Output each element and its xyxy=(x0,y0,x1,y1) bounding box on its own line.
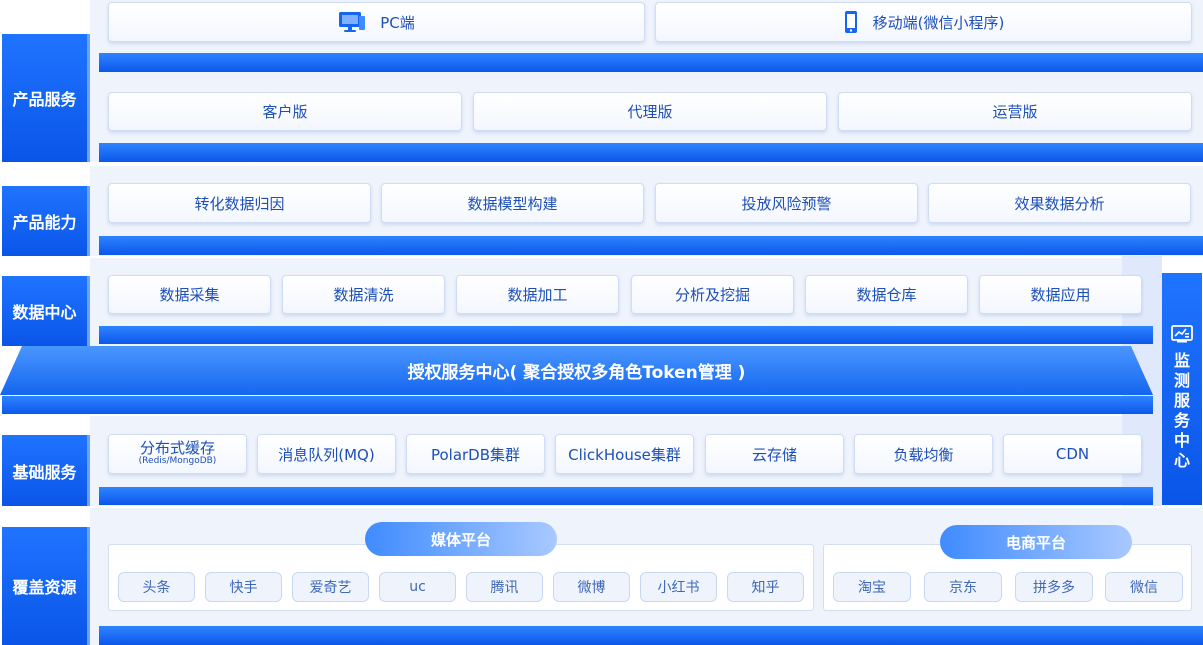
layer-label-product-capability: 产品能力 xyxy=(2,186,87,256)
monitor-title-char: 务 xyxy=(1173,411,1190,430)
pc-label: PC端 xyxy=(380,13,415,32)
data-center-card: 数据清洗 xyxy=(282,275,445,314)
layer-label-coverage: 覆盖资源 xyxy=(2,527,87,645)
monitor-title-char: 测 xyxy=(1173,371,1190,390)
auth-center-band: 授权服务中心( 聚合授权多角色Token管理 ) xyxy=(0,346,1153,395)
edition-card: 代理版 xyxy=(473,92,827,131)
layer-label-product-service: 产品服务 xyxy=(2,34,87,162)
basic-service-card: CDN xyxy=(1003,434,1142,474)
monitor-service-center: 监 测 服 务 中 心 xyxy=(1162,273,1202,505)
ecom-chip: 微信 xyxy=(1105,572,1183,602)
cache-sub-label: (Redis/MongoDB) xyxy=(138,456,217,467)
ecom-chip: 拼多多 xyxy=(1015,572,1093,602)
media-chip: 知乎 xyxy=(727,572,804,602)
monitor-chart-icon xyxy=(1171,325,1193,343)
capability-card: 效果数据分析 xyxy=(928,183,1191,223)
data-center-card: 分析及挖掘 xyxy=(631,275,794,314)
cache-label: 分布式缓存 xyxy=(139,439,215,458)
monitor-title-char: 中 xyxy=(1173,431,1190,450)
base-bar xyxy=(99,236,1203,255)
base-bar xyxy=(99,626,1203,645)
media-chip: uc xyxy=(379,572,456,602)
base-bar xyxy=(99,326,1153,344)
base-bar xyxy=(99,487,1153,505)
basic-service-card: ClickHouse集群 xyxy=(555,434,694,474)
data-center-card: 数据加工 xyxy=(456,275,619,314)
media-chip: 快手 xyxy=(205,572,282,602)
capability-card: 数据模型构建 xyxy=(381,183,644,223)
base-bar xyxy=(2,396,1153,414)
basic-service-card: 消息队列(MQ) xyxy=(257,434,396,474)
phone-icon xyxy=(843,10,859,34)
base-bar xyxy=(99,53,1203,72)
auth-center-label: 授权服务中心( 聚合授权多角色Token管理 ) xyxy=(407,363,746,383)
monitor-title-char: 心 xyxy=(1173,451,1190,470)
monitor-title-char: 监 xyxy=(1173,351,1190,370)
basic-service-card: 负载均衡 xyxy=(854,434,993,474)
base-bar xyxy=(99,143,1203,162)
media-chip: 微博 xyxy=(553,572,630,602)
ecom-platform-title: 电商平台 xyxy=(940,525,1132,559)
cache-card: 分布式缓存 (Redis/MongoDB) xyxy=(108,434,247,474)
monitor-icon xyxy=(338,10,366,34)
layer-label-data-center: 数据中心 xyxy=(2,276,87,346)
edition-card: 客户版 xyxy=(108,92,462,131)
monitor-title-char: 服 xyxy=(1173,391,1190,410)
mobile-label: 移动端(微信小程序) xyxy=(872,13,1005,32)
edition-card: 运营版 xyxy=(838,92,1192,131)
media-chip: 头条 xyxy=(118,572,195,602)
capability-card: 转化数据归因 xyxy=(108,183,371,223)
media-chip: 爱奇艺 xyxy=(292,572,369,602)
media-platform-title: 媒体平台 xyxy=(365,522,557,556)
ecom-chip: 京东 xyxy=(924,572,1002,602)
ecom-chip: 淘宝 xyxy=(833,572,911,602)
basic-service-card: 云存储 xyxy=(705,434,844,474)
basic-service-card: PolarDB集群 xyxy=(406,434,545,474)
pc-card: PC端 xyxy=(108,2,645,42)
data-center-card: 数据采集 xyxy=(108,275,271,314)
mobile-card: 移动端(微信小程序) xyxy=(655,2,1192,42)
media-chip: 腾讯 xyxy=(466,572,543,602)
data-center-card: 数据仓库 xyxy=(805,275,968,314)
media-chip: 小红书 xyxy=(640,572,717,602)
data-center-card: 数据应用 xyxy=(979,275,1142,314)
layer-label-basic-service: 基础服务 xyxy=(2,435,87,506)
capability-card: 投放风险预警 xyxy=(655,183,918,223)
